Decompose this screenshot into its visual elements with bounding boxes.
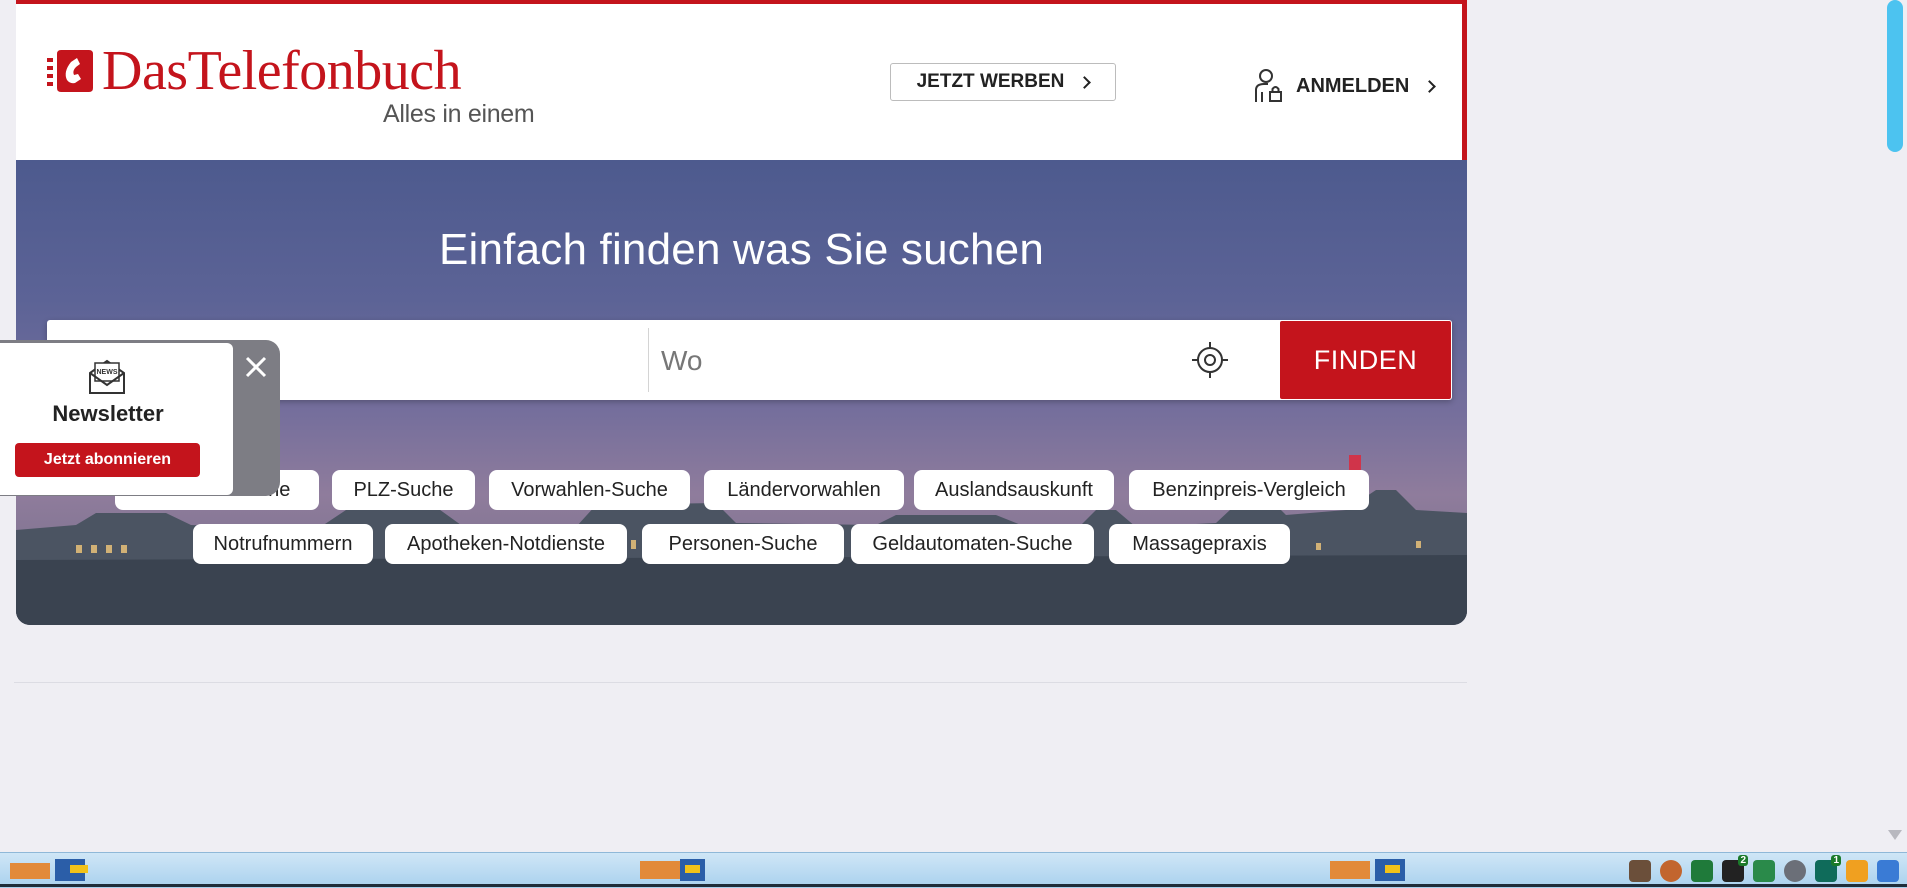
tray-badge: 1 (1831, 855, 1841, 866)
tray-shield-icon[interactable] (1784, 860, 1806, 882)
scroll-down-arrow-icon[interactable] (1888, 830, 1902, 840)
tray-badge: 2 (1738, 855, 1748, 866)
news-mail-icon: NEWS (89, 359, 125, 394)
tray-translate-icon[interactable] (1877, 860, 1899, 882)
tray-s-icon[interactable]: 1 (1815, 855, 1841, 882)
newsletter-card: NEWS Newsletter Jetzt abonnieren (0, 343, 233, 495)
content-divider (14, 682, 1467, 683)
taskbar-decoration-image (1330, 859, 1405, 881)
search-divider (648, 328, 649, 392)
taskbar-decoration-image (10, 859, 88, 881)
search-submit-button[interactable]: FINDEN (1280, 321, 1451, 399)
taskbar-decoration-image (640, 859, 705, 881)
site-logo[interactable]: DasTelefonbuch Alles in einem (47, 42, 547, 132)
logo-title: DasTelefonbuch (102, 40, 462, 102)
newsletter-title: Newsletter (52, 401, 164, 426)
page-container: DasTelefonbuch Alles in einem JETZT WERB… (16, 0, 1467, 625)
vertical-scrollbar[interactable] (1883, 0, 1907, 852)
chip-pharmacy-emergency[interactable]: Apotheken-Notdienste (385, 524, 627, 564)
login-button[interactable]: ANMELDEN (1254, 66, 1437, 106)
chip-area-code-search[interactable]: Vorwahlen-Suche (489, 470, 690, 510)
chip-atm-search[interactable]: Geldautomaten-Suche (851, 524, 1094, 564)
chip-foreign-directory[interactable]: Auslandsauskunft (914, 470, 1114, 510)
hero-title: Einfach finden was Sie suchen (438, 225, 1045, 274)
tray-bookmark-icon[interactable] (1846, 860, 1868, 882)
tray-check-icon[interactable] (1629, 860, 1651, 882)
site-header: DasTelefonbuch Alles in einem JETZT WERB… (16, 4, 1467, 160)
user-lock-icon (1255, 69, 1282, 102)
chevron-right-icon (1078, 75, 1092, 89)
tray-monkey-icon[interactable] (1660, 860, 1682, 882)
chip-plz-search[interactable]: PLZ-Suche (332, 470, 475, 510)
advertise-button[interactable]: JETZT WERBEN (890, 63, 1116, 101)
logo-subtitle: Alles in einem (383, 100, 535, 128)
chip-country-codes[interactable]: Ländervorwahlen (704, 470, 904, 510)
taskbar: 2 1 (0, 852, 1907, 888)
system-tray: 2 1 (1629, 855, 1899, 885)
where-search-input[interactable] (659, 320, 1083, 402)
news-icon-text: NEWS (97, 369, 118, 376)
login-label: ANMELDEN (1296, 74, 1410, 97)
chip-person-search[interactable]: Personen-Suche (642, 524, 844, 564)
chip-emergency-numbers[interactable]: Notrufnummern (193, 524, 373, 564)
chip-fuel-price-comparison[interactable]: Benzinpreis-Vergleich (1129, 470, 1369, 510)
advertise-label: JETZT WERBEN (916, 71, 1065, 92)
tray-glasses-icon[interactable]: 2 (1722, 855, 1748, 882)
phone-book-logo-icon (47, 50, 93, 92)
scrollbar-thumb[interactable] (1887, 0, 1903, 152)
locate-me-icon[interactable] (1190, 340, 1230, 380)
chip-massage-practice[interactable]: Massagepraxis (1109, 524, 1290, 564)
chevron-right-icon (1423, 79, 1437, 93)
tray-document-icon[interactable] (1753, 860, 1775, 882)
newsletter-popup: NEWS Newsletter Jetzt abonnieren (0, 340, 280, 496)
tray-gif-icon[interactable] (1691, 860, 1713, 882)
newsletter-subscribe-button[interactable]: Jetzt abonnieren (15, 443, 200, 477)
close-icon[interactable] (241, 352, 271, 382)
